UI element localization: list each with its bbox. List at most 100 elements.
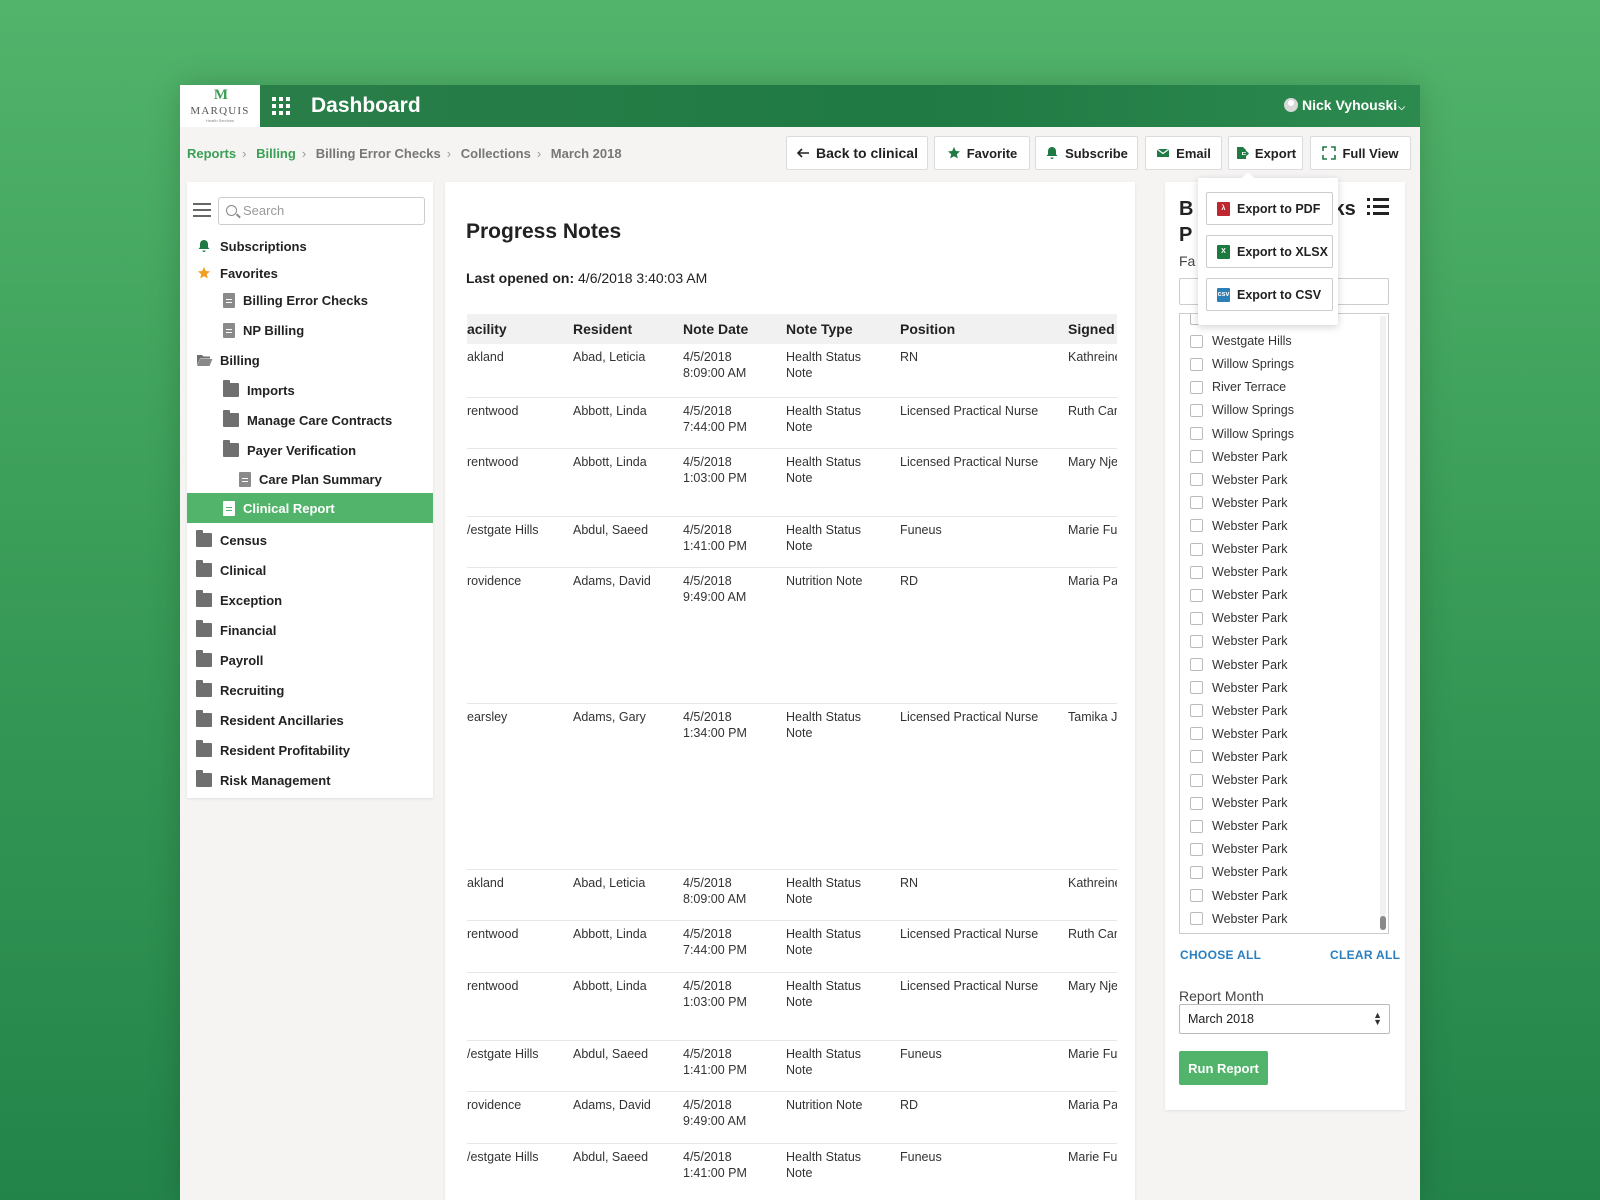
checkbox[interactable] xyxy=(1190,773,1203,787)
table-row[interactable]: rentwood Abbott, Linda 4/5/2018 1:03:00 PM H… xyxy=(467,973,1117,1041)
facility-option[interactable]: Webster Park xyxy=(1190,493,1288,513)
menu-icon[interactable] xyxy=(193,203,211,217)
facility-scroll-track[interactable] xyxy=(1380,316,1386,930)
facility-option[interactable]: Webster Park xyxy=(1190,793,1288,813)
breadcrumb-billing[interactable]: Billing xyxy=(256,146,296,161)
checkbox[interactable] xyxy=(1190,565,1203,579)
checkbox[interactable] xyxy=(1190,588,1203,602)
sidebar-item-risk-management[interactable]: Risk Management xyxy=(187,766,433,794)
clear-all-link[interactable]: CLEAR ALL xyxy=(1330,948,1400,962)
sidebar-search-input[interactable]: Search xyxy=(218,197,425,225)
checkbox[interactable] xyxy=(1190,750,1203,764)
facility-option[interactable]: Webster Park xyxy=(1190,678,1288,698)
back-to-clinical-button[interactable]: Back to clinical xyxy=(786,136,928,170)
company-logo[interactable]: M MARQUIS Health Services xyxy=(180,85,260,127)
facility-option[interactable]: Webster Park xyxy=(1190,655,1288,675)
facility-option[interactable]: Webster Park xyxy=(1190,516,1288,536)
table-row[interactable]: rentwood Abbott, Linda 4/5/2018 7:44:00 PM H… xyxy=(467,921,1117,973)
facility-option[interactable]: Webster Park xyxy=(1190,816,1288,836)
table-row[interactable]: rovidence Adams, David 4/5/2018 9:49:00 AM N… xyxy=(467,568,1117,704)
list-view-icon[interactable] xyxy=(1367,198,1389,216)
facility-option[interactable]: Webster Park xyxy=(1190,470,1288,490)
table-row[interactable]: rentwood Abbott, Linda 4/5/2018 1:03:00 PM H… xyxy=(467,449,1117,517)
checkbox[interactable] xyxy=(1190,889,1203,902)
sidebar-item-np-billing[interactable]: NP Billing xyxy=(187,316,433,344)
sidebar-item-imports[interactable]: Imports xyxy=(187,376,433,404)
export-xlsx-option[interactable]: X Export to XLSX xyxy=(1206,235,1333,268)
user-menu[interactable]: Nick Vyhouski⌵ xyxy=(1284,97,1405,113)
sidebar-item-census[interactable]: Census xyxy=(187,526,433,554)
facility-option[interactable]: Webster Park xyxy=(1190,724,1288,744)
checkbox[interactable] xyxy=(1190,704,1203,718)
table-row[interactable]: /estgate Hills Abdul, Saeed 4/5/2018 1:41:0… xyxy=(467,1041,1117,1092)
column-header-facility[interactable]: acility xyxy=(467,321,507,337)
column-header-signed-by[interactable]: Signed I xyxy=(1068,321,1117,337)
checkbox[interactable] xyxy=(1190,473,1203,487)
email-button[interactable]: Email xyxy=(1145,136,1222,170)
table-row[interactable]: /estgate Hills Abdul, Saeed 4/5/2018 1:41:0… xyxy=(467,517,1117,568)
checkbox[interactable] xyxy=(1190,865,1203,879)
table-row[interactable]: rentwood Abbott, Linda 4/5/2018 7:44:00 PM H… xyxy=(467,398,1117,449)
checkbox[interactable] xyxy=(1190,542,1203,556)
checkbox[interactable] xyxy=(1190,334,1203,348)
sidebar-item-payroll[interactable]: Payroll xyxy=(187,646,433,674)
sidebar-item-recruiting[interactable]: Recruiting xyxy=(187,676,433,704)
checkbox[interactable] xyxy=(1190,658,1203,671)
facility-option[interactable]: Webster Park xyxy=(1190,886,1288,906)
facility-option[interactable]: Willow Springs xyxy=(1190,354,1294,374)
sidebar-item-financial[interactable]: Financial xyxy=(187,616,433,644)
facility-option[interactable]: Webster Park xyxy=(1190,585,1288,605)
sidebar-item-clinical-report[interactable]: Clinical Report xyxy=(187,493,433,523)
table-row[interactable]: /estgate Hills Abdul, Saeed 4/5/2018 1:41:0… xyxy=(467,1144,1117,1200)
full-view-button[interactable]: Full View xyxy=(1310,136,1411,170)
sidebar-item-payer-verification[interactable]: Payer Verification xyxy=(187,436,433,464)
facility-option[interactable]: Westgate Hills xyxy=(1190,331,1292,351)
facility-option[interactable]: Webster Park xyxy=(1190,839,1288,859)
facility-option[interactable]: Webster Park xyxy=(1190,539,1288,559)
column-header-resident[interactable]: Resident xyxy=(573,321,632,337)
checkbox[interactable] xyxy=(1190,819,1203,833)
sidebar-item-clinical[interactable]: Clinical xyxy=(187,556,433,584)
checkbox[interactable] xyxy=(1190,681,1203,695)
sidebar-item-exception[interactable]: Exception xyxy=(187,586,433,614)
sidebar-item-billing[interactable]: Billing xyxy=(187,346,433,374)
sidebar-item-resident-ancillaries[interactable]: Resident Ancillaries xyxy=(187,706,433,734)
facility-option[interactable]: Willow Springs xyxy=(1190,424,1294,444)
sidebar-item-resident-profitability[interactable]: Resident Profitability xyxy=(187,736,433,764)
checkbox[interactable] xyxy=(1190,450,1203,464)
checkbox[interactable] xyxy=(1190,357,1203,371)
export-csv-option[interactable]: csv Export to CSV xyxy=(1206,278,1333,311)
sidebar-item-subscriptions[interactable]: Subscriptions xyxy=(187,232,433,260)
facility-option[interactable]: Webster Park xyxy=(1190,631,1288,651)
checkbox[interactable] xyxy=(1190,403,1203,417)
table-row[interactable]: earsley Adams, Gary 4/5/2018 1:34:00 PM Heal… xyxy=(467,704,1117,870)
column-header-note-date[interactable]: Note Date xyxy=(683,321,748,337)
facility-option[interactable]: Webster Park xyxy=(1190,701,1288,721)
run-report-button[interactable]: Run Report xyxy=(1179,1051,1268,1085)
checkbox[interactable] xyxy=(1190,519,1203,533)
facility-option[interactable]: Webster Park xyxy=(1190,909,1288,929)
breadcrumb-reports[interactable]: Reports xyxy=(187,146,236,161)
facility-option[interactable]: Webster Park xyxy=(1190,608,1288,628)
sidebar-item-favorites[interactable]: Favorites xyxy=(187,259,433,287)
table-row[interactable]: akland Abad, Leticia 4/5/2018 8:09:00 AM Hea… xyxy=(467,344,1117,398)
facility-option[interactable]: Willow Springs xyxy=(1190,400,1294,420)
facility-option[interactable]: Webster Park xyxy=(1190,562,1288,582)
favorite-button[interactable]: Favorite xyxy=(934,136,1030,170)
column-header-position[interactable]: Position xyxy=(900,321,955,337)
facility-option[interactable]: Webster Park xyxy=(1190,447,1288,467)
facility-option[interactable]: River Terrace xyxy=(1190,377,1286,397)
checkbox[interactable] xyxy=(1190,727,1203,741)
column-header-note-type[interactable]: Note Type xyxy=(786,321,853,337)
table-row[interactable]: akland Abad, Leticia 4/5/2018 8:09:00 AM Hea… xyxy=(467,870,1117,921)
table-row[interactable]: rovidence Adams, David 4/5/2018 9:49:00 AM N… xyxy=(467,1092,1117,1144)
checkbox[interactable] xyxy=(1190,380,1203,394)
facility-option[interactable]: Webster Park xyxy=(1190,770,1288,790)
checkbox[interactable] xyxy=(1190,496,1203,510)
app-grid-icon[interactable] xyxy=(272,97,290,115)
subscribe-button[interactable]: Subscribe xyxy=(1035,136,1138,170)
facility-scroll-thumb[interactable] xyxy=(1380,916,1386,930)
sidebar-item-manage-care-contracts[interactable]: Manage Care Contracts xyxy=(187,406,433,434)
checkbox[interactable] xyxy=(1190,427,1203,440)
checkbox[interactable] xyxy=(1190,912,1203,926)
